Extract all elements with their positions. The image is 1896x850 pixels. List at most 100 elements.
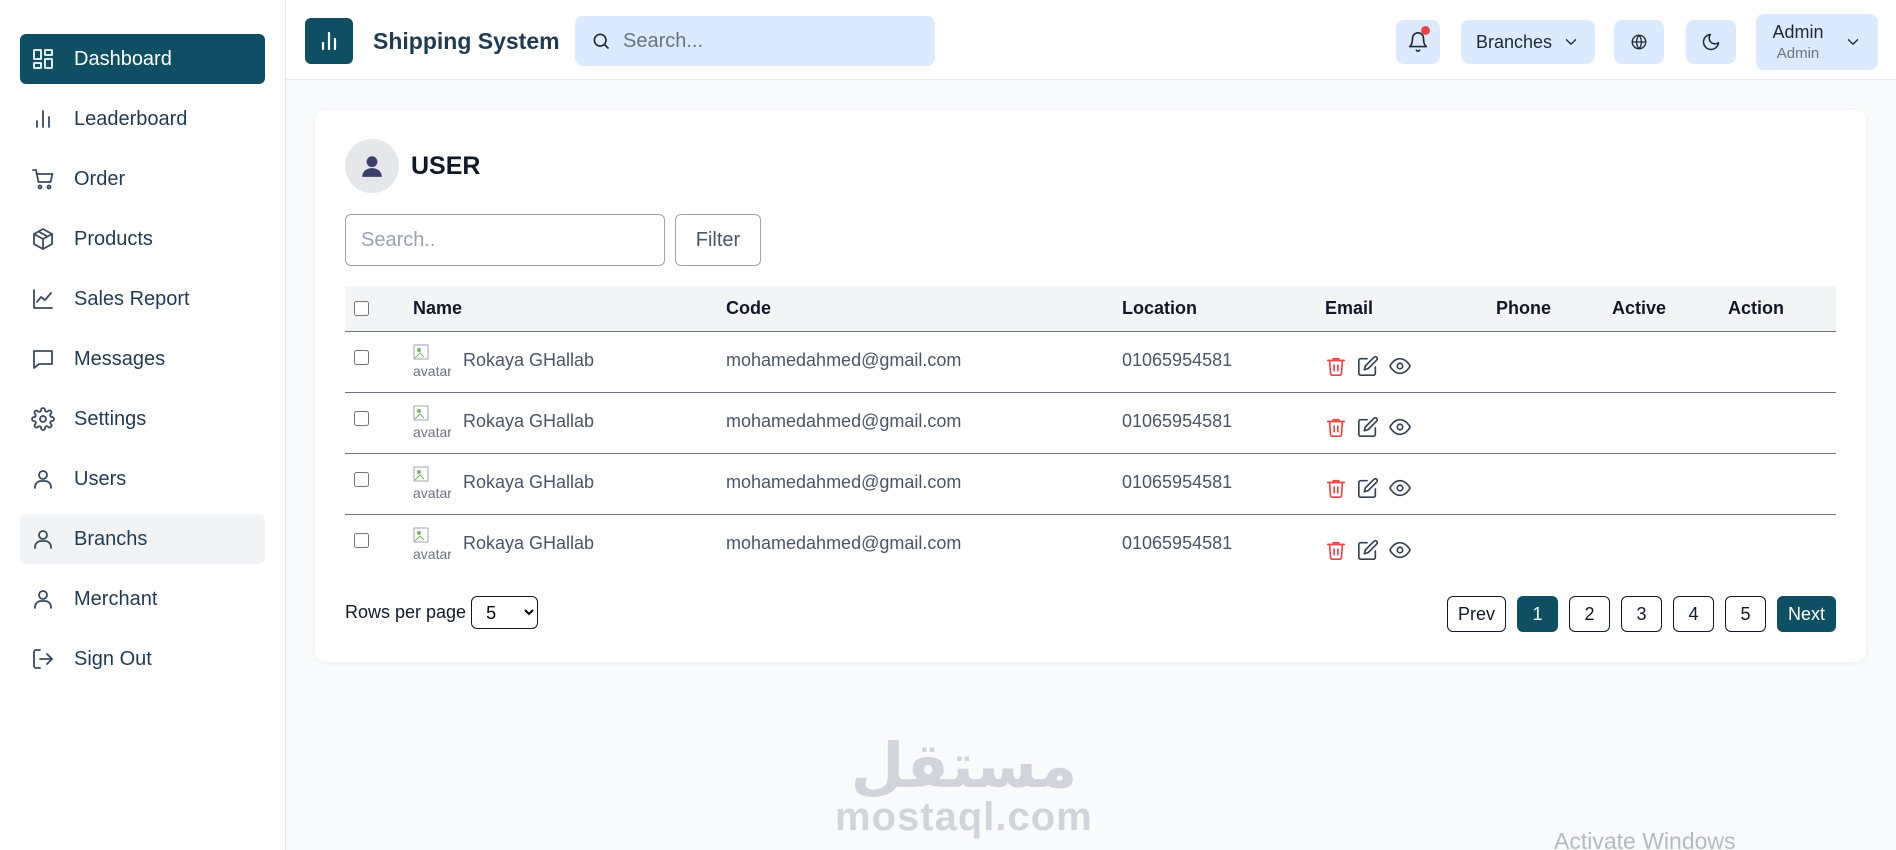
- trash-icon: [1326, 541, 1346, 560]
- user-name: Admin: [1772, 22, 1824, 42]
- notification-dot: [1421, 26, 1430, 35]
- edit-button[interactable]: [1357, 539, 1379, 561]
- user-name: Rokaya GHallab: [463, 350, 595, 370]
- sidebar-item-label: Sign Out: [74, 647, 152, 670]
- app-logo[interactable]: [305, 18, 353, 64]
- edit-button[interactable]: [1357, 416, 1379, 438]
- avatar-alt-text: avatar: [413, 363, 451, 379]
- column-header-code[interactable]: Code: [726, 286, 771, 331]
- table-header: Name Code Location Email Phone Active Ac…: [345, 286, 1836, 332]
- view-button[interactable]: [1389, 355, 1411, 377]
- users-card: USER Filter Name Code Location Email Pho…: [315, 110, 1866, 662]
- delete-button[interactable]: [1325, 355, 1347, 377]
- prev-page-button[interactable]: Prev: [1446, 596, 1506, 632]
- card-header: USER: [345, 139, 480, 193]
- sidebar-item-label: Branchs: [74, 527, 148, 550]
- row-checkbox[interactable]: [354, 533, 369, 548]
- column-header-active[interactable]: Active: [1612, 286, 1666, 331]
- branches-label: Branches: [1475, 31, 1553, 52]
- delete-button[interactable]: [1325, 477, 1347, 499]
- edit-icon: [1358, 355, 1379, 376]
- code-cell: mohamedahmed@gmail.com: [726, 350, 962, 370]
- sidebar-item-leaderboard[interactable]: Leaderboard: [20, 94, 265, 144]
- eye-icon: [1389, 541, 1411, 558]
- user-info: Admin Admin: [1772, 22, 1823, 62]
- sidebar-item-label: Sales Report: [74, 287, 190, 310]
- user-name: Rokaya GHallab: [463, 472, 595, 492]
- column-header-email[interactable]: Email: [1325, 286, 1373, 331]
- language-button[interactable]: [1614, 20, 1664, 64]
- row-checkbox[interactable]: [354, 411, 369, 426]
- table-search-input[interactable]: [345, 214, 665, 266]
- dashboard-icon: [30, 46, 56, 72]
- sidebar-item-label: Merchant: [74, 587, 158, 610]
- next-page-button[interactable]: Next: [1776, 596, 1836, 632]
- theme-toggle-button[interactable]: [1686, 20, 1736, 64]
- global-search-input[interactable]: [623, 29, 923, 53]
- branches-dropdown[interactable]: Branches: [1461, 20, 1595, 64]
- broken-image-icon: avatar: [413, 405, 451, 440]
- row-actions: [1325, 515, 1411, 576]
- edit-button[interactable]: [1357, 477, 1379, 499]
- code-cell: mohamedahmed@gmail.com: [726, 533, 962, 553]
- sidebar-item-products[interactable]: Products: [20, 214, 265, 264]
- column-header-phone[interactable]: Phone: [1496, 286, 1551, 331]
- page-button-3[interactable]: 3: [1620, 596, 1662, 632]
- rows-per-page-label: Rows per page: [345, 602, 467, 622]
- watermark-arabic: مستقل: [850, 729, 1078, 802]
- edit-icon: [1358, 539, 1379, 560]
- activate-windows-overlay: Activate Windows: [1554, 828, 1736, 850]
- delete-button[interactable]: [1325, 539, 1347, 561]
- name-cell: avatar Rokaya GHallab: [413, 454, 594, 514]
- rows-per-page-select[interactable]: 5: [471, 596, 539, 629]
- page-button-4[interactable]: 4: [1672, 596, 1714, 632]
- row-select-cell: [354, 515, 369, 576]
- globe-icon: [1631, 34, 1647, 50]
- sidebar-item-label: Leaderboard: [74, 107, 188, 130]
- column-header-name[interactable]: Name: [413, 286, 462, 331]
- select-all-checkbox[interactable]: [354, 301, 369, 316]
- sidebar-item-order[interactable]: Order: [20, 154, 265, 204]
- notifications-button[interactable]: [1396, 20, 1440, 64]
- sidebar-item-merchant[interactable]: Merchant: [20, 574, 265, 624]
- edit-button[interactable]: [1357, 355, 1379, 377]
- filter-button[interactable]: Filter: [675, 214, 761, 266]
- sidebar-item-sales-report[interactable]: Sales Report: [20, 274, 265, 324]
- avatar: avatar: [413, 344, 451, 382]
- chevron-down-icon: [1847, 39, 1858, 45]
- line-chart-icon: [30, 286, 56, 312]
- eye-icon: [1389, 418, 1411, 436]
- user-name: Rokaya GHallab: [463, 533, 595, 553]
- row-select-cell: [354, 454, 369, 514]
- view-button[interactable]: [1389, 539, 1411, 561]
- column-header-action[interactable]: Action: [1728, 286, 1784, 331]
- sidebar-item-users[interactable]: Users: [20, 454, 265, 504]
- row-actions: [1325, 332, 1411, 392]
- user-menu-button[interactable]: Admin Admin: [1756, 14, 1878, 70]
- sidebar-item-settings[interactable]: Settings: [20, 394, 265, 444]
- edit-icon: [1358, 477, 1379, 498]
- table-row: avatar Rokaya GHallab mohamedahmed@gmail…: [345, 454, 1836, 515]
- sidebar-item-label: Order: [74, 167, 126, 190]
- page-button-1[interactable]: 1: [1516, 596, 1558, 632]
- sidebar-item-branchs[interactable]: Branchs: [20, 514, 265, 564]
- view-button[interactable]: [1389, 477, 1411, 499]
- user-icon: [30, 526, 56, 552]
- sidebar-item-dashboard[interactable]: Dashboard: [20, 34, 265, 84]
- search-icon: [593, 33, 610, 50]
- user-icon: [30, 586, 56, 612]
- page-title: USER: [411, 151, 481, 180]
- row-checkbox[interactable]: [354, 350, 369, 365]
- sidebar-item-label: Users: [74, 467, 127, 490]
- page-button-2[interactable]: 2: [1568, 596, 1610, 632]
- view-button[interactable]: [1389, 416, 1411, 438]
- global-search[interactable]: [575, 16, 935, 66]
- row-checkbox[interactable]: [354, 472, 369, 487]
- pagination: Prev 1 2 3 4 5 Next: [1446, 596, 1836, 632]
- table-row: avatar Rokaya GHallab mohamedahmed@gmail…: [345, 332, 1836, 393]
- sidebar-item-messages[interactable]: Messages: [20, 334, 265, 384]
- page-button-5[interactable]: 5: [1724, 596, 1766, 632]
- column-header-location[interactable]: Location: [1122, 286, 1197, 331]
- delete-button[interactable]: [1325, 416, 1347, 438]
- sidebar-item-sign-out[interactable]: Sign Out: [20, 634, 265, 684]
